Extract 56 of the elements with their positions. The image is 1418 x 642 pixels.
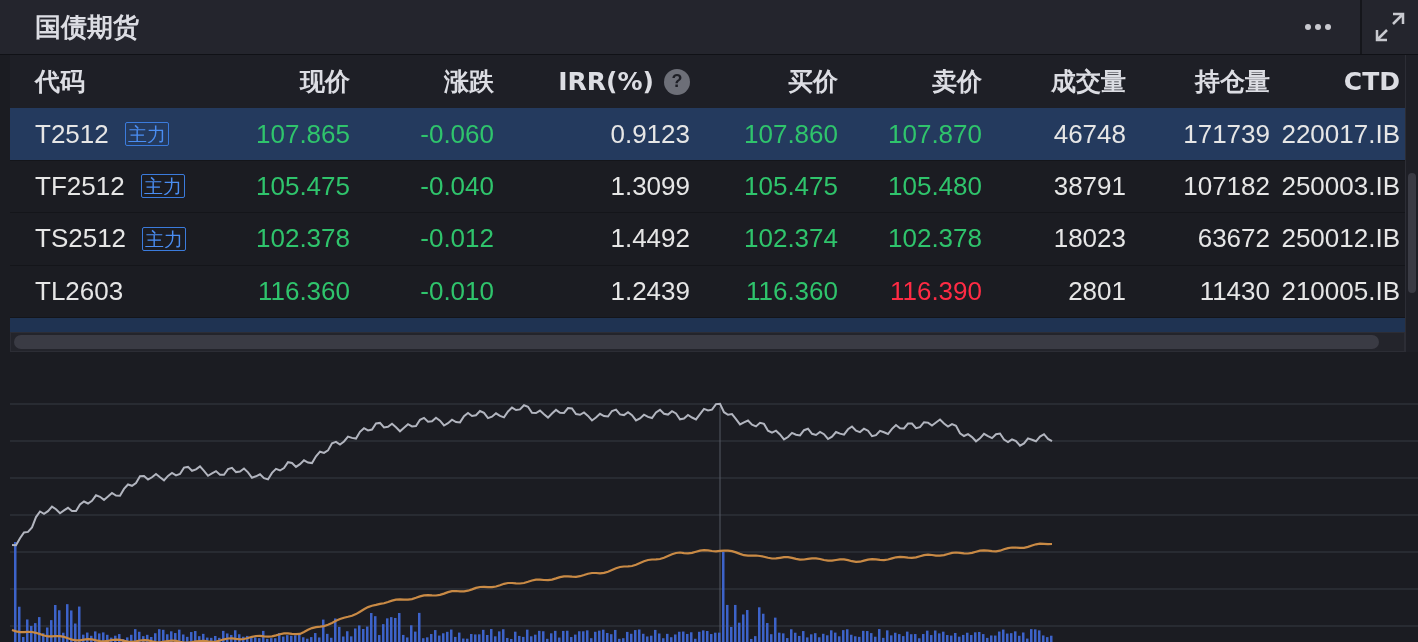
table-cell-text: 18023 <box>1052 222 1126 256</box>
table-cell-text: 105.480 <box>887 169 982 203</box>
table-cell-text: 105.475 <box>255 169 350 203</box>
table-cell-text: 107.865 <box>255 117 350 151</box>
column-header[interactable]: 卖价 <box>932 62 982 101</box>
table-cell-text: 102.374 <box>743 222 838 256</box>
table-cell-text: 107182 <box>1182 169 1270 203</box>
main-contract-badge: 主力 <box>140 174 185 199</box>
panel-title: 国债期货 <box>35 10 139 44</box>
table-cell-text: 116.360 <box>744 274 838 308</box>
column-header[interactable]: 现价 <box>300 62 350 101</box>
table-cell-text: 102.378 <box>255 222 350 256</box>
table-cell-text: 220017.IB <box>1280 117 1400 151</box>
table-cell-text: 250003.IB <box>1280 169 1400 203</box>
table-cell-text: TF2512 <box>35 169 125 203</box>
column-header[interactable]: 成交量 <box>1051 62 1126 101</box>
table-cell-text: -0.040 <box>419 169 494 203</box>
table-cell-text: 250012.IB <box>1280 222 1400 256</box>
table-cell-text: 116.360 <box>256 274 350 308</box>
table-cell-text: T2512 <box>35 117 109 151</box>
table-cell-text: 107.870 <box>887 117 982 151</box>
table-cell-text: 63672 <box>1196 222 1270 256</box>
table-cell-text: -0.012 <box>419 222 494 256</box>
column-header[interactable]: IRR(%) <box>558 62 654 101</box>
table-cell-text: 1.3099 <box>609 169 690 203</box>
table-cell-text: 107.860 <box>743 117 838 151</box>
table-cell-text: 2801 <box>1067 274 1126 308</box>
table-cell-text: TL2603 <box>35 274 124 308</box>
horizontal-scrollbar[interactable] <box>10 332 1406 352</box>
table-cell-text: 171739 <box>1182 117 1270 151</box>
table-cell-text: 1.2439 <box>609 274 690 308</box>
table-cell-text: 38791 <box>1052 169 1126 203</box>
main-contract-badge: 主力 <box>142 226 187 251</box>
table-cell-text: 102.378 <box>887 222 982 256</box>
expand-icon[interactable] <box>1374 11 1406 43</box>
main-contract-badge: 主力 <box>124 122 169 146</box>
column-header[interactable]: CTD <box>1343 62 1400 101</box>
table-cell-text: 11430 <box>1198 274 1270 308</box>
column-header[interactable]: 持仓量 <box>1195 62 1270 101</box>
table-cell-text: TS2512 <box>35 222 127 256</box>
scrollbar-thumb[interactable] <box>14 335 1379 349</box>
scrollbar-thumb[interactable] <box>1408 173 1417 293</box>
table-row[interactable]: T2512 主力 107.865 -0.060 0.9123 107.860 107.870 46748 171739 220017.IB <box>10 108 1406 161</box>
vertical-scrollbar[interactable] <box>1405 55 1418 352</box>
table-cell-text: 1.4492 <box>609 222 690 256</box>
table-cell-text: 46748 <box>1052 117 1126 151</box>
table-cell-text: 105.475 <box>743 169 838 203</box>
column-header[interactable]: 涨跌 <box>444 62 494 101</box>
column-header[interactable]: 买价 <box>788 62 838 101</box>
table-cell-text: -0.060 <box>419 117 494 151</box>
table-cell-text: 0.9123 <box>609 117 690 151</box>
column-header[interactable]: 代码 <box>35 62 85 101</box>
table-cell-text: 116.390 <box>888 274 982 308</box>
table-cell-text: -0.010 <box>419 274 494 308</box>
table-cell-text: 210005.IB <box>1280 274 1400 308</box>
more-icon[interactable] <box>1304 23 1332 31</box>
